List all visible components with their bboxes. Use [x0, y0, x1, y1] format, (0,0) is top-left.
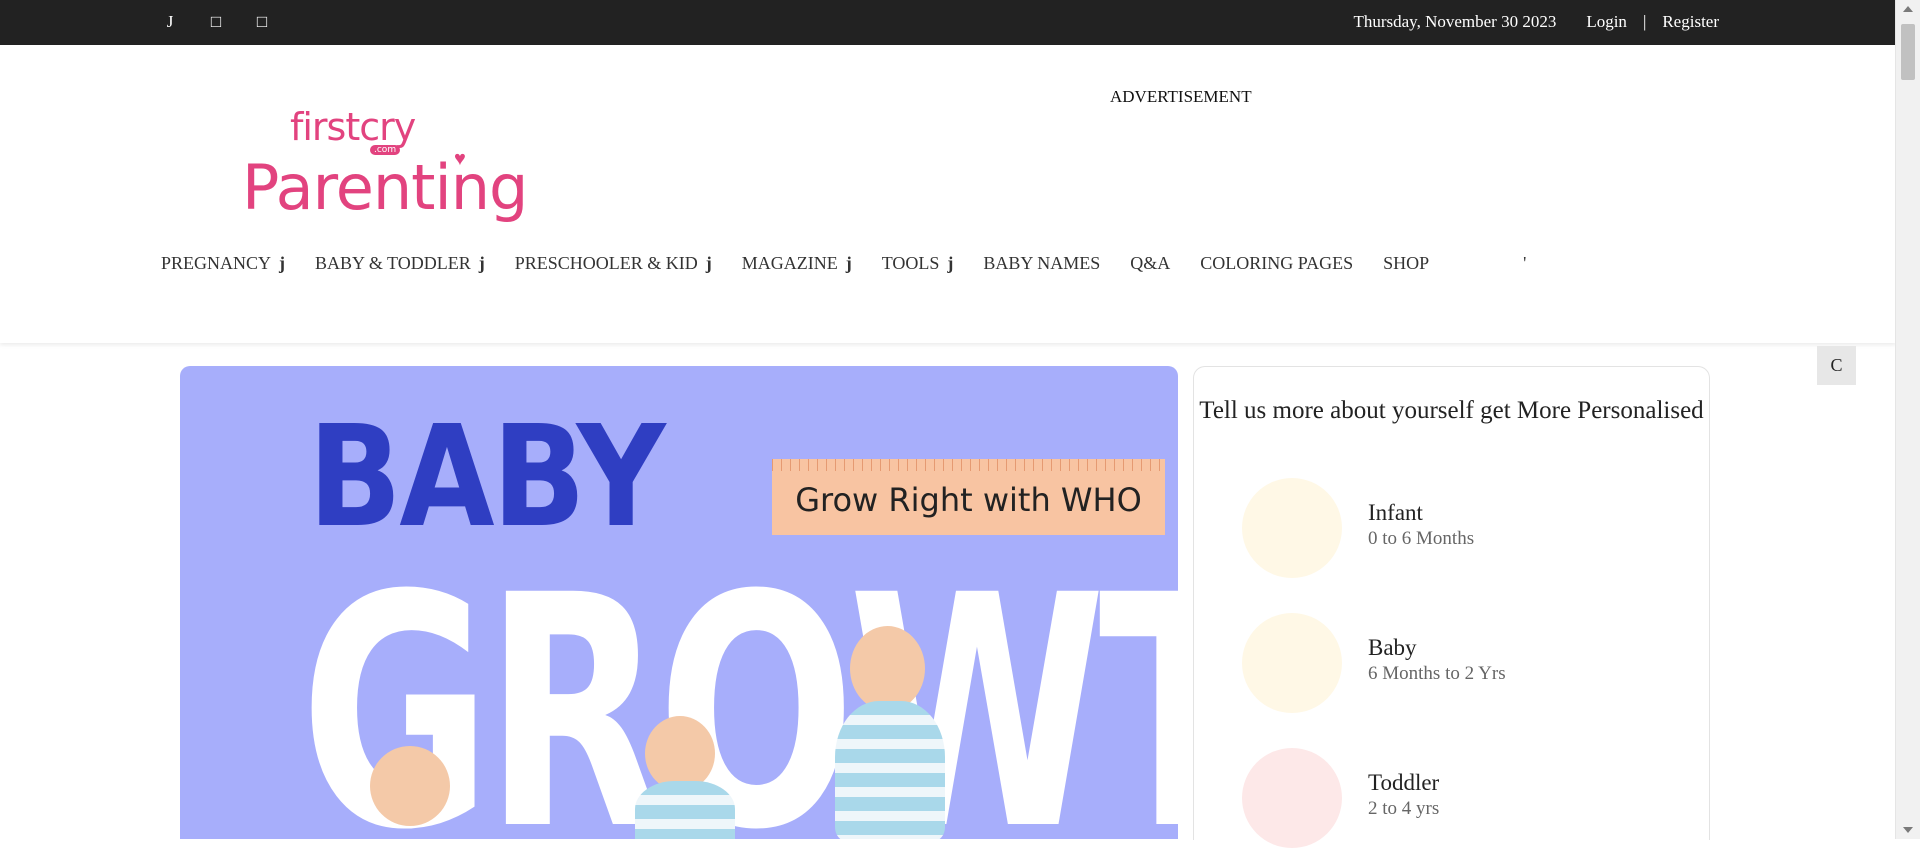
ruler-ticks	[772, 459, 1165, 471]
nav-label: BABY NAMES	[983, 253, 1101, 273]
top-bar-right: Thursday, November 30 2023 Login | Regis…	[1353, 12, 1719, 32]
stage-name: Toddler	[1368, 770, 1440, 795]
hero-line-baby: BABY	[308, 396, 666, 559]
social-icon-3[interactable]: □	[254, 12, 270, 32]
nav-item-baby-toddler[interactable]: BABY & TODDLER j	[315, 253, 485, 274]
stage-name: Infant	[1368, 500, 1423, 525]
nav-item-tools[interactable]: TOOLS j	[882, 253, 954, 274]
chevron-down-icon: j	[947, 253, 954, 273]
stage-range: 6 Months to 2 Yrs	[1368, 663, 1506, 684]
nav-label: TOOLS	[881, 253, 940, 273]
search-icon[interactable]: '	[1523, 253, 1526, 274]
social-icon-2[interactable]: □	[208, 12, 224, 32]
firstcry-parenting-logo[interactable]: firstcry .com Parenting ♥	[242, 105, 552, 224]
nav-label: MAGAZINE	[741, 253, 838, 273]
register-link[interactable]: Register	[1662, 12, 1719, 32]
stage-image	[1242, 613, 1342, 713]
nav-label: PREGNANCY	[161, 253, 272, 273]
nav-item-pregnancy[interactable]: PREGNANCY j	[161, 253, 285, 274]
logo-firstcry-text: firstcry	[290, 105, 416, 149]
scrollbar-thumb[interactable]	[1901, 24, 1915, 80]
stage-range: 0 to 6 Months	[1368, 528, 1475, 549]
nav-label: Q&A	[1130, 253, 1171, 273]
baby-image-3	[825, 626, 955, 839]
nav-item-coloring-pages[interactable]: COLORING PAGES	[1200, 253, 1353, 274]
baby-image-2	[635, 716, 745, 839]
ruler-badge: Grow Right with WHO	[772, 459, 1165, 535]
chevron-down-icon: j	[279, 253, 286, 273]
social-icons: J □ □	[162, 12, 270, 32]
nav-label: BABY & TODDLER	[315, 253, 471, 273]
stage-baby[interactable]: Baby 6 Months to 2 Yrs	[1242, 613, 1662, 713]
stage-image	[1242, 748, 1342, 848]
hero-banner[interactable]: BABY GROWTH Grow Right with WHO	[180, 366, 1178, 839]
baby-image-1	[370, 746, 460, 839]
stage-toddler[interactable]: Toddler 2 to 4 yrs	[1242, 748, 1662, 848]
stage-image	[1242, 478, 1342, 578]
nav-item-shop[interactable]: SHOP	[1383, 253, 1429, 274]
chevron-down-icon: j	[705, 253, 712, 273]
top-bar: J □ □ Thursday, November 30 2023 Login |…	[0, 0, 1896, 45]
nav-item-baby-names[interactable]: BABY NAMES	[983, 253, 1100, 274]
nav-item-magazine[interactable]: MAGAZINE j	[742, 253, 852, 274]
stage-infant[interactable]: Infant 0 to 6 Months	[1242, 478, 1662, 578]
scroll-up-icon[interactable]	[1903, 6, 1913, 12]
stage-range: 2 to 4 yrs	[1368, 798, 1440, 819]
main-navigation: PREGNANCY j BABY & TODDLER j PRESCHOOLER…	[161, 253, 1526, 274]
heart-icon: ♥	[454, 148, 466, 170]
nav-item-preschooler-kid[interactable]: PRESCHOOLER & KID j	[515, 253, 712, 274]
link-separator: |	[1642, 12, 1647, 31]
chevron-down-icon: j	[478, 253, 485, 273]
stage-name: Baby	[1368, 635, 1417, 660]
advertisement-label: ADVERTISEMENT	[1110, 87, 1252, 106]
floating-c-button[interactable]: C	[1817, 346, 1856, 385]
nav-label: PRESCHOOLER & KID	[514, 253, 698, 273]
ruler-badge-label: Grow Right with WHO	[795, 481, 1142, 519]
current-date: Thursday, November 30 2023	[1353, 12, 1557, 31]
nav-item-qa[interactable]: Q&A	[1130, 253, 1170, 274]
card-title: Tell us more about yourself get More Per…	[1199, 397, 1704, 424]
personalise-card: Tell us more about yourself get More Per…	[1193, 366, 1710, 848]
login-link[interactable]: Login	[1586, 12, 1627, 32]
page-scrollbar[interactable]	[1895, 0, 1920, 839]
scroll-down-icon[interactable]	[1903, 827, 1913, 833]
social-icon-1[interactable]: J	[162, 12, 178, 32]
site-header: firstcry .com Parenting ♥ ADVERTISEMENT	[0, 45, 1896, 343]
nav-label: SHOP	[1383, 253, 1430, 273]
chevron-down-icon: j	[845, 253, 852, 273]
nav-label: COLORING PAGES	[1200, 253, 1354, 273]
logo-parenting-text: Parenting	[242, 151, 528, 224]
